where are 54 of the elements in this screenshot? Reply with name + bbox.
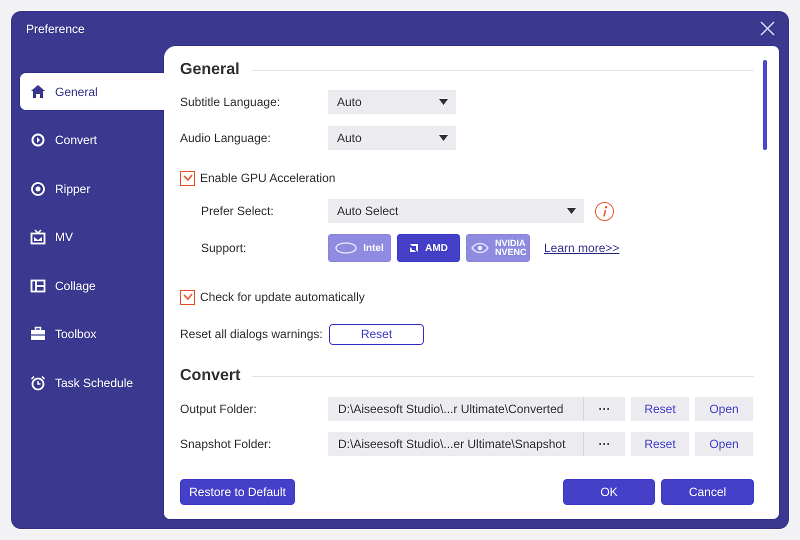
layout-icon (30, 278, 46, 294)
browse-button[interactable]: ··· (583, 432, 625, 456)
path-field[interactable]: D:\Aiseesoft Studio\...r Ultimate\Converted (328, 397, 583, 421)
section-heading: Convert (180, 366, 240, 386)
info-icon[interactable] (595, 202, 614, 220)
open-button[interactable]: Open (695, 432, 753, 456)
path-field[interactable]: D:\Aiseesoft Studio\...er Ultimate\Snapshot (328, 432, 583, 456)
alarm-clock-icon (30, 374, 46, 390)
eye-logo-icon (471, 242, 489, 254)
window-title: Preference (26, 20, 85, 38)
disc-icon (30, 180, 46, 196)
field-label: Prefer Select: (201, 203, 275, 220)
checkbox[interactable] (180, 170, 195, 186)
sidebar-tab[interactable]: Collage (20, 267, 164, 304)
field-label: Check for update automatically (200, 289, 365, 306)
section-heading: General (180, 60, 240, 80)
home-icon (30, 84, 46, 100)
scrollbar-thumb[interactable] (763, 60, 767, 150)
sidebar-tab[interactable]: Ripper (20, 170, 164, 207)
dropdown[interactable]: Auto Select (328, 199, 584, 223)
sidebar-tab[interactable]: Task Schedule (20, 364, 164, 401)
sidebar-tab[interactable]: General (20, 73, 164, 110)
cancel-button[interactable]: Cancel (661, 479, 754, 505)
browse-button[interactable]: ··· (583, 397, 625, 421)
check-icon (182, 293, 192, 301)
sidebar-tab[interactable]: Toolbox (20, 316, 164, 352)
arrow-logo-icon (409, 243, 420, 253)
sidebar-tab[interactable]: MV (20, 218, 164, 256)
check-icon (182, 174, 192, 182)
field-label: Snapshot Folder: (180, 436, 272, 453)
reset-button[interactable]: Reset (631, 432, 689, 456)
caret-icon (439, 99, 448, 105)
gpu-option-button[interactable]: AMD (397, 234, 460, 262)
field-label: Output Folder: (180, 401, 258, 418)
sidebar-tab[interactable]: Convert (20, 122, 164, 158)
close-icon[interactable] (760, 21, 775, 36)
reset-button[interactable]: Reset (631, 397, 689, 421)
open-button[interactable]: Open (695, 397, 753, 421)
dropdown[interactable]: Auto (328, 90, 456, 114)
toolbox-icon (30, 326, 46, 342)
field-label: Reset all dialogs warnings: (180, 326, 324, 343)
field-label: Support: (201, 240, 248, 257)
ok-button[interactable]: OK (563, 479, 655, 505)
dropdown[interactable]: Auto (328, 126, 456, 150)
learn-more-link[interactable]: Learn more>> (544, 239, 620, 257)
caret-icon (439, 135, 448, 141)
field-label: Enable GPU Acceleration (200, 170, 336, 187)
tv-icon (30, 229, 46, 245)
restore-default-button[interactable]: Restore to Default (180, 479, 295, 505)
reset-button[interactable]: Reset (329, 324, 424, 344)
field-label: Audio Language: (180, 130, 272, 147)
caret-icon (567, 208, 576, 214)
field-label: Subtitle Language: (180, 94, 282, 111)
checkbox[interactable] (180, 290, 195, 304)
